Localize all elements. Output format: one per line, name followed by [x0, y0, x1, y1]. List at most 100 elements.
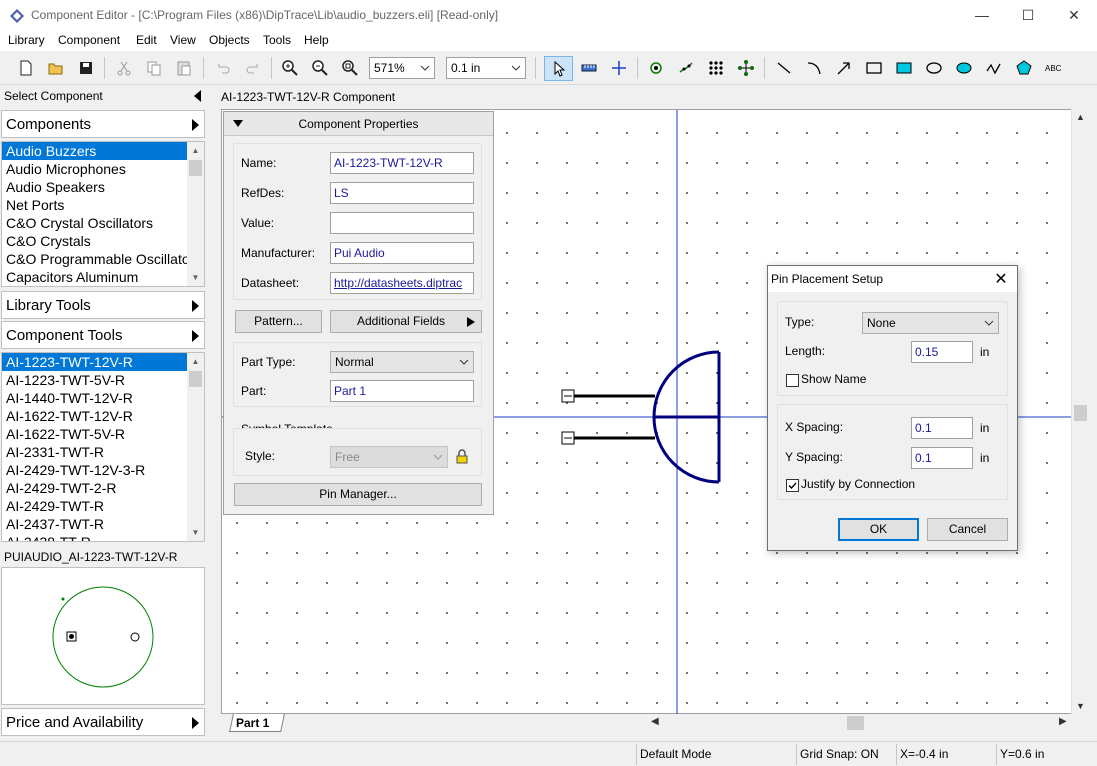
- zoom-fit-icon[interactable]: [339, 57, 361, 79]
- additional-fields-button[interactable]: Additional Fields: [330, 310, 482, 333]
- library-tools-header[interactable]: Library Tools: [1, 291, 205, 319]
- draw-arrow-icon[interactable]: [833, 57, 855, 79]
- dialog-close-icon[interactable]: ✕: [991, 269, 1011, 289]
- component-item[interactable]: AI-1223-TWT-12V-R: [2, 353, 188, 371]
- type-select[interactable]: None: [862, 312, 999, 334]
- ok-button[interactable]: OK: [838, 518, 919, 541]
- part-field[interactable]: Part 1: [330, 380, 474, 402]
- close-button[interactable]: ✕: [1051, 0, 1097, 31]
- copy-icon[interactable]: [143, 57, 165, 79]
- library-item[interactable]: C&O Programmable Oscillato: [2, 250, 188, 268]
- manufacturer-field[interactable]: Pui Audio: [330, 242, 474, 264]
- length-field[interactable]: 0.15: [911, 341, 973, 363]
- collapse-left-icon[interactable]: [194, 90, 201, 102]
- canvas-vertical-scrollbar[interactable]: ▲ ▼: [1071, 109, 1089, 714]
- component-properties-header[interactable]: Component Properties: [224, 112, 493, 136]
- component-item[interactable]: AI-2437-TWT-R: [2, 515, 188, 533]
- draw-rectangle-icon[interactable]: [863, 57, 885, 79]
- draw-polyline-icon[interactable]: [983, 57, 1005, 79]
- y-spacing-field[interactable]: 0.1: [911, 447, 973, 469]
- grid-size-combo[interactable]: 0.1 in: [446, 57, 526, 79]
- zoom-combo[interactable]: 571%: [369, 57, 435, 79]
- name-field[interactable]: AI-1223-TWT-12V-R: [330, 152, 474, 174]
- component-tools-header[interactable]: Component Tools: [1, 321, 205, 349]
- canvas-horizontal-scrollbar[interactable]: ◀ ▶: [647, 714, 1071, 732]
- library-item[interactable]: C&O Crystal Oscillators: [2, 214, 188, 232]
- select-tool-icon[interactable]: [544, 56, 573, 81]
- cut-icon[interactable]: [113, 57, 135, 79]
- menu-tools[interactable]: Tools: [263, 33, 291, 47]
- component-list[interactable]: AI-1223-TWT-12V-R AI-1223-TWT-5V-R AI-14…: [1, 352, 205, 542]
- draw-arc-icon[interactable]: [803, 57, 825, 79]
- expand-right-icon: [192, 330, 199, 342]
- ruler-icon[interactable]: [578, 57, 600, 79]
- menu-library[interactable]: Library: [8, 33, 45, 47]
- origin-crosshair-icon[interactable]: [608, 57, 630, 79]
- maximize-button[interactable]: ☐: [1005, 0, 1051, 31]
- lock-icon[interactable]: [456, 449, 468, 464]
- library-scrollbar[interactable]: ▲ ▼: [187, 142, 204, 286]
- minimize-button[interactable]: —: [959, 0, 1005, 31]
- place-text-icon[interactable]: ABC: [1043, 57, 1065, 79]
- menu-help[interactable]: Help: [304, 33, 329, 47]
- cancel-button[interactable]: Cancel: [927, 518, 1008, 541]
- library-item[interactable]: Net Ports: [2, 196, 188, 214]
- library-item[interactable]: Audio Speakers: [2, 178, 188, 196]
- components-section-header[interactable]: Components: [1, 110, 205, 138]
- place-pin-icon[interactable]: [645, 57, 667, 79]
- justify-checkbox[interactable]: [786, 479, 799, 492]
- filled-ellipse-icon[interactable]: [953, 57, 975, 79]
- component-item[interactable]: AI-2331-TWT-R: [2, 443, 188, 461]
- component-item[interactable]: AI-1440-TWT-12V-R: [2, 389, 188, 407]
- component-item[interactable]: AI-2429-TWT-12V-3-R: [2, 461, 188, 479]
- component-item[interactable]: AI-2429-TWT-2-R: [2, 479, 188, 497]
- filled-rectangle-icon[interactable]: [893, 57, 915, 79]
- chevron-down-icon: [420, 65, 430, 71]
- tab-part-1[interactable]: Part 1: [229, 714, 285, 732]
- pattern-button[interactable]: Pattern...: [235, 310, 322, 333]
- horizontal-scroll-thumb[interactable]: [847, 716, 864, 730]
- pin-manager-button[interactable]: Pin Manager...: [234, 483, 482, 506]
- undo-icon[interactable]: [212, 57, 234, 79]
- menu-objects[interactable]: Objects: [209, 33, 250, 47]
- pin-matrix-icon[interactable]: [705, 57, 727, 79]
- redo-icon[interactable]: [242, 57, 264, 79]
- open-folder-icon[interactable]: [45, 57, 67, 79]
- new-file-icon[interactable]: [15, 57, 37, 79]
- component-item[interactable]: AI-2438-TT-R...: [2, 533, 188, 541]
- component-scrollbar[interactable]: ▲ ▼: [187, 353, 204, 541]
- refdes-field[interactable]: LS: [330, 182, 474, 204]
- component-item[interactable]: AI-1622-TWT-5V-R: [2, 425, 188, 443]
- x-spacing-field[interactable]: 0.1: [911, 417, 973, 439]
- library-item[interactable]: Audio Microphones: [2, 160, 188, 178]
- menu-edit[interactable]: Edit: [136, 33, 157, 47]
- paste-icon[interactable]: [173, 57, 195, 79]
- place-pin-array-icon[interactable]: [675, 57, 697, 79]
- price-availability-header[interactable]: Price and Availability: [1, 708, 205, 736]
- vertical-scroll-thumb[interactable]: [1074, 405, 1087, 421]
- draw-ellipse-icon[interactable]: [923, 57, 945, 79]
- component-item[interactable]: AI-1622-TWT-12V-R: [2, 407, 188, 425]
- menu-component[interactable]: Component: [58, 33, 120, 47]
- library-item[interactable]: Audio Buzzers: [2, 142, 188, 160]
- show-name-checkbox[interactable]: [786, 374, 799, 387]
- library-item[interactable]: Capacitors Aluminum: [2, 268, 188, 286]
- x-coordinate-status: X=-0.4 in: [900, 747, 949, 761]
- save-icon[interactable]: [75, 57, 97, 79]
- select-component-header[interactable]: Select Component: [0, 85, 207, 107]
- value-field[interactable]: [330, 212, 474, 234]
- menu-view[interactable]: View: [170, 33, 196, 47]
- component-item[interactable]: AI-2429-TWT-R: [2, 497, 188, 515]
- draw-line-icon[interactable]: [773, 57, 795, 79]
- library-list[interactable]: Audio Buzzers Audio Microphones Audio Sp…: [1, 141, 205, 287]
- zoom-in-icon[interactable]: [279, 57, 301, 79]
- library-item[interactable]: C&O Crystals: [2, 232, 188, 250]
- filled-polygon-icon[interactable]: [1013, 57, 1035, 79]
- datasheet-field[interactable]: http://datasheets.diptrac: [330, 272, 474, 294]
- part-group: Part Type: Normal Part: Part 1: [233, 342, 482, 407]
- pin-circle-icon[interactable]: [735, 57, 757, 79]
- part-type-select[interactable]: Normal: [330, 351, 474, 373]
- collapse-down-icon[interactable]: [233, 120, 243, 128]
- component-item[interactable]: AI-1223-TWT-5V-R: [2, 371, 188, 389]
- zoom-out-icon[interactable]: [309, 57, 331, 79]
